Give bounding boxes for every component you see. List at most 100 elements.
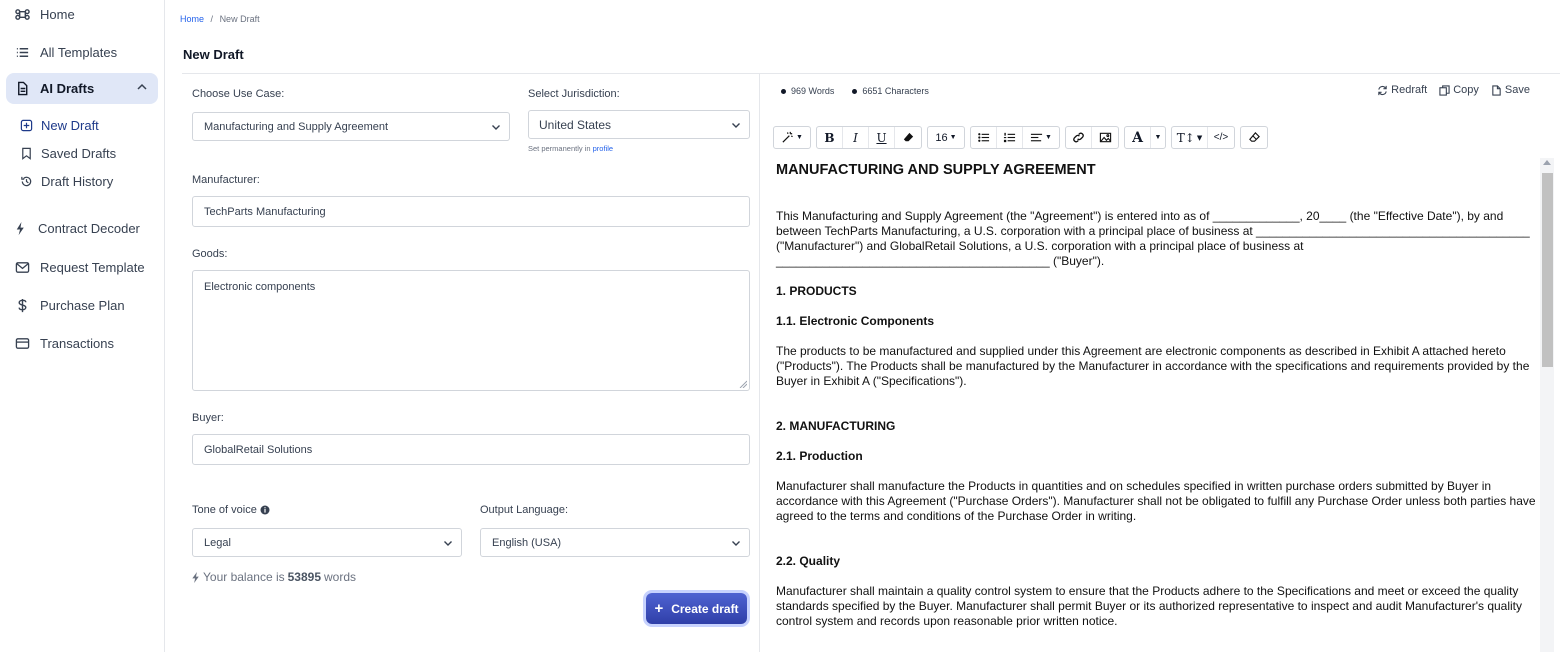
bullet-icon (852, 88, 858, 94)
sidebar-sub-new-draft-label: New Draft (41, 118, 99, 133)
breadcrumb-separator: / (210, 14, 214, 24)
history-icon (20, 175, 33, 188)
copy-icon (1439, 84, 1450, 96)
language-label: Output Language: (480, 504, 569, 516)
toolbar-group-ai: ▼ (773, 126, 811, 149)
chevron-down-icon (732, 540, 740, 546)
bold-button[interactable]: B (817, 127, 843, 148)
nav-ai-drafts[interactable]: AI Drafts (6, 73, 158, 104)
manufacturer-input[interactable]: TechParts Manufacturing (192, 196, 750, 227)
buyer-input[interactable]: GlobalRetail Solutions (192, 434, 750, 465)
redraft-icon (1378, 85, 1387, 95)
balance-text: Your balance is 53895 words (192, 570, 356, 584)
image-icon (1099, 132, 1111, 143)
command-icon (14, 6, 30, 22)
section-paragraph: The products to be manufactured and supp… (776, 344, 1530, 388)
magic-wand-icon (782, 131, 793, 143)
resize-grip-icon[interactable] (739, 380, 747, 388)
section-paragraph: Manufacturer shall manufacture the Produ… (776, 479, 1536, 523)
language-value: English (USA) (492, 536, 562, 549)
nav-purchase-plan[interactable]: Purchase Plan (14, 297, 179, 313)
jurisdiction-hint-text: Set permanently in (528, 144, 591, 153)
magic-wand-button[interactable]: ▼ (774, 127, 810, 148)
file-icon (1492, 84, 1501, 96)
chevron-down-icon (444, 540, 452, 546)
jurisdiction-label: Select Jurisdiction: (528, 88, 620, 100)
nav-all-templates[interactable]: All Templates (14, 44, 179, 60)
nav-home-label: Home (40, 6, 75, 22)
use-case-select[interactable]: Manufacturing and Supply Agreement (192, 112, 510, 141)
goods-label: Goods: (192, 248, 228, 260)
toolbar-group-misc: T↕ ▼ </> (1171, 126, 1235, 149)
italic-button[interactable]: I (843, 127, 869, 148)
chevron-down-icon (492, 124, 500, 130)
image-button[interactable] (1092, 127, 1118, 148)
clear-format-button[interactable] (895, 127, 921, 148)
document-icon (15, 81, 30, 96)
info-icon[interactable] (260, 505, 270, 515)
tone-label: Tone of voice (192, 504, 270, 516)
breadcrumb-current: New Draft (219, 14, 260, 24)
bullet-list-icon (978, 133, 990, 142)
bolt-icon (192, 571, 199, 583)
sidebar-sub-new-draft[interactable]: New Draft (20, 118, 99, 133)
bullet-list-button[interactable] (971, 127, 997, 148)
remove-format-button[interactable] (1241, 127, 1267, 148)
plus-square-icon (20, 119, 33, 132)
code-view-button[interactable]: </> (1208, 127, 1234, 148)
text-color-button[interactable]: A (1125, 127, 1151, 148)
editor-actions: Redraft Copy Save (1365, 84, 1530, 96)
list-icon (14, 44, 30, 60)
link-button[interactable] (1066, 127, 1092, 148)
plus-icon: + (654, 600, 664, 617)
document-body[interactable]: MANUFACTURING AND SUPPLY AGREEMENT This … (768, 156, 1554, 652)
bullet-icon (781, 88, 786, 94)
underline-button[interactable]: U (869, 127, 895, 148)
dollar-icon (14, 297, 30, 313)
jurisdiction-select[interactable]: United States (528, 110, 750, 139)
nav-transactions[interactable]: Transactions (14, 335, 179, 351)
bookmark-icon (20, 147, 33, 160)
eraser-icon (903, 132, 913, 142)
toolbar-group-lists: ▼ (970, 126, 1060, 149)
tone-select[interactable]: Legal (192, 528, 462, 557)
align-button[interactable]: ▼ (1023, 127, 1059, 148)
language-select[interactable]: English (USA) (480, 528, 750, 557)
text-style-button[interactable]: T↕ ▼ (1172, 127, 1208, 148)
nav-contract-decoder-label: Contract Decoder (38, 220, 140, 236)
toolbar-group-size: 16 ▼ (927, 126, 965, 149)
sidebar-sub-draft-history[interactable]: Draft History (20, 174, 113, 189)
chevron-up-icon[interactable] (136, 81, 148, 96)
nav-home[interactable]: Home (14, 6, 179, 22)
save-button[interactable]: Save (1491, 84, 1530, 96)
sidebar-sub-saved-drafts[interactable]: Saved Drafts (20, 146, 116, 161)
numbered-list-button[interactable] (997, 127, 1023, 148)
panel-divider (759, 74, 760, 652)
goods-value: Electronic components (204, 281, 316, 293)
nav-purchase-plan-label: Purchase Plan (40, 297, 125, 313)
mail-icon (14, 259, 30, 275)
redraft-button[interactable]: Redraft (1377, 84, 1427, 96)
scroll-up-icon[interactable] (1543, 160, 1551, 165)
jurisdiction-value: United States (539, 117, 612, 132)
header-divider (182, 73, 1560, 74)
text-color-dropdown[interactable]: ▼ (1151, 127, 1165, 148)
document-title: MANUFACTURING AND SUPPLY AGREEMENT (776, 162, 1096, 178)
section-paragraph: Manufacturer shall maintain a quality co… (776, 584, 1523, 628)
create-draft-button[interactable]: + Create draft (646, 593, 747, 624)
nav-request-template[interactable]: Request Template (14, 259, 179, 275)
breadcrumb-home[interactable]: Home (180, 14, 204, 24)
font-size-button[interactable]: 16 ▼ (928, 127, 964, 148)
nav-contract-decoder[interactable]: Contract Decoder (12, 220, 177, 236)
sidebar-sub-draft-history-label: Draft History (41, 174, 114, 189)
goods-textarea[interactable]: Electronic components (192, 270, 750, 391)
copy-label: Copy (1453, 84, 1479, 96)
align-left-icon (1030, 133, 1043, 142)
buyer-label: Buyer: (192, 412, 224, 424)
profile-link[interactable]: profile (593, 144, 613, 153)
scrollbar-thumb[interactable] (1542, 173, 1553, 367)
nav-all-templates-label: All Templates (40, 44, 118, 60)
copy-button[interactable]: Copy (1439, 84, 1479, 96)
nav-request-template-label: Request Template (40, 259, 145, 275)
character-count: 6651 Characters (862, 86, 929, 96)
